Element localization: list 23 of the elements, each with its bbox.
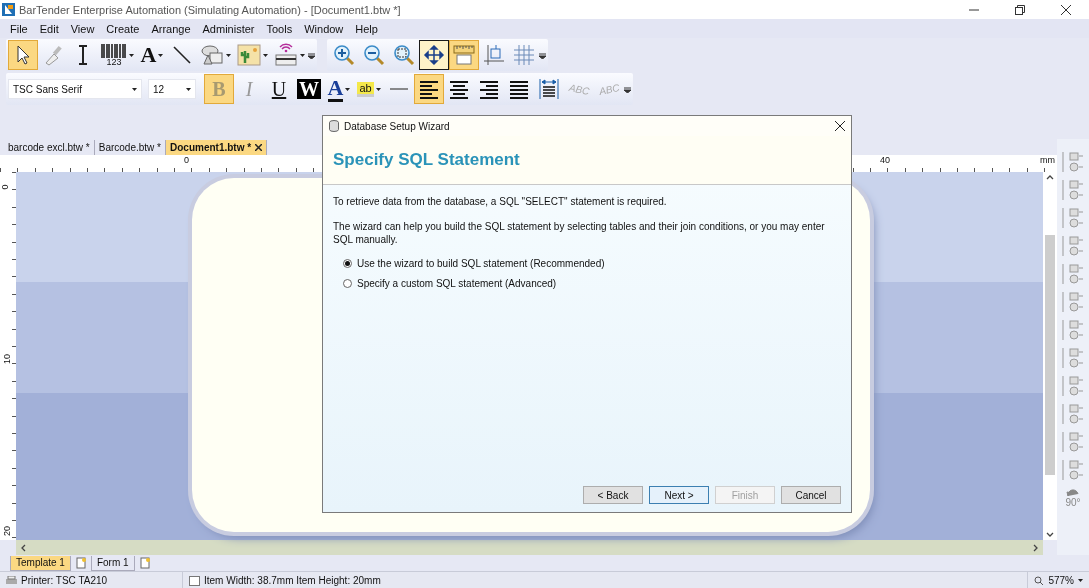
barcode-label: 123 — [106, 57, 122, 67]
ruler-label: 40 — [880, 155, 890, 165]
printer-text: Printer: TSC TA210 — [21, 575, 108, 586]
dialog-title: Database Setup Wizard — [344, 120, 451, 132]
ruler-unit: mm — [1040, 155, 1055, 165]
letter-label: A — [140, 44, 157, 66]
ruler-label: 0 — [184, 155, 189, 165]
arc-text-label: ABC — [567, 81, 591, 97]
underline-letter: U — [271, 79, 287, 99]
instruction-text: To retrieve data from the database, a SQL "SELECT" statement is required. — [333, 195, 668, 208]
highlighter-label: ab — [357, 81, 374, 97]
instruction-text: The wizard can help you build the SQL statement by selecting tables and their join conditions, or you may enter SQL manually. — [333, 220, 826, 246]
arc-text-label: ABC — [597, 81, 621, 97]
ruler-label: 0 — [0, 184, 10, 190]
ruler-label: 20 — [2, 526, 12, 536]
letter-label: A — [327, 76, 344, 102]
item-size-text: Item Width: 38.7mm Item Height: 20mm — [204, 575, 381, 586]
bold-letter: B — [212, 79, 226, 99]
wizard-heading: Specify SQL Statement — [333, 150, 520, 170]
zoom-text: 577% — [1048, 575, 1074, 586]
ruler-label: 10 — [2, 354, 12, 364]
italic-letter: I — [245, 79, 253, 99]
window-title: BarTender Enterprise Automation (Simulating Automation) - [Document1.btw *] — [19, 3, 402, 16]
